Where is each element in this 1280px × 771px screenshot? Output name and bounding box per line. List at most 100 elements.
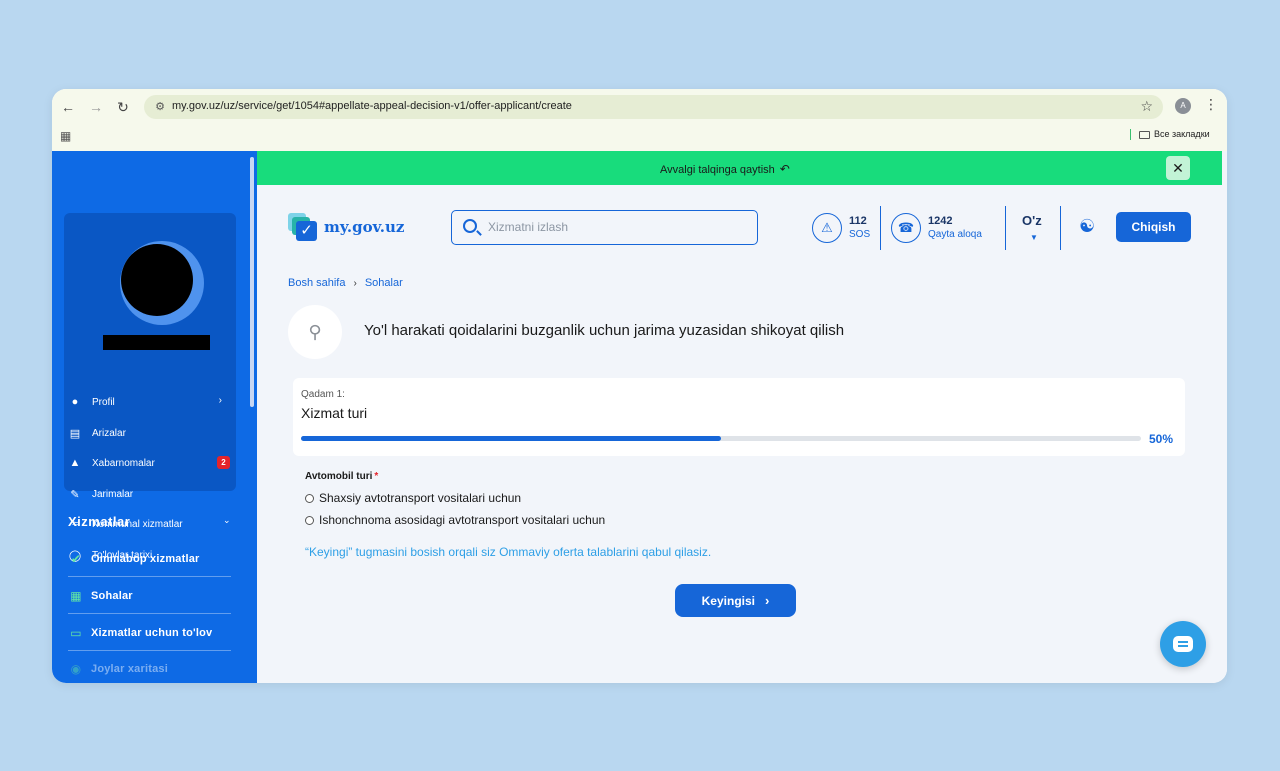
radio-button[interactable] <box>305 493 314 503</box>
location-icon: ◉ <box>70 662 82 676</box>
bookmarks-separator <box>1130 129 1131 141</box>
sidebar-item-profil[interactable]: ● Profil › <box>68 392 228 412</box>
sidebar-item-label: Ommabop xizmatlar <box>91 552 200 565</box>
sidebar-item-label: Jarimalar <box>92 488 134 500</box>
step-number: Qadam 1: <box>301 389 345 400</box>
progress-fill <box>301 436 721 441</box>
sidebar-item-ommabop[interactable]: ✔ Ommabop xizmatlar <box>68 541 231 577</box>
forward-icon[interactable]: → <box>86 97 106 117</box>
grid-icon: ▦ <box>70 588 82 603</box>
sidebar-item-label: Xabarnomalar <box>92 457 155 469</box>
old-version-banner: Avvalgi talqinga qaytish ↶ ✕ <box>257 151 1222 185</box>
breadcrumb-current[interactable]: Sohalar <box>365 277 403 289</box>
breadcrumb-home[interactable]: Bosh sahifa <box>288 277 345 289</box>
step-card: Qadam 1: Xizmat turi 50% <box>293 378 1185 456</box>
next-button[interactable]: Keyingisi › <box>675 584 796 617</box>
offer-notice[interactable]: “Keyingi” tugmasini bosish orqali siz Om… <box>305 545 711 559</box>
sidebar-item-label: Xizmatlar uchun to'lov <box>91 626 213 639</box>
header-divider <box>1060 206 1061 250</box>
sidebar-item-sohalar[interactable]: ▦ Sohalar <box>68 578 231 614</box>
search-icon <box>463 219 477 233</box>
page-title: Yo'l harakati qoidalarini buzganlik uchu… <box>364 322 845 339</box>
sidebar-item-jarimalar[interactable]: ✎ Jarimalar <box>68 484 228 504</box>
browser-chrome: ← → ↻ ⚙ my.gov.uz/uz/service/get/1054#ap… <box>52 89 1227 151</box>
browser-window: ← → ↻ ⚙ my.gov.uz/uz/service/get/1054#ap… <box>52 89 1227 683</box>
progress-track <box>301 436 1141 441</box>
radio-button[interactable] <box>305 515 314 525</box>
fine-icon: ✎ <box>70 488 80 501</box>
sidebar-item-arizalar[interactable]: ▤ Arizalar <box>68 423 228 443</box>
logo-text: my.gov.uz <box>324 218 405 236</box>
back-icon[interactable]: ← <box>58 97 78 117</box>
browser-menu-icon[interactable]: ⋮ <box>1204 96 1218 113</box>
sidebar-scrollbar[interactable] <box>250 157 254 407</box>
chat-icon <box>1173 636 1193 652</box>
reload-icon[interactable]: ↻ <box>113 97 133 117</box>
header-divider <box>1005 206 1006 250</box>
language-selector[interactable]: O'z <box>1022 213 1042 228</box>
sos-label: SOS <box>849 229 871 240</box>
chevron-right-icon: › <box>218 395 222 406</box>
step-name: Xizmat turi <box>301 405 368 421</box>
all-bookmarks-label: Все закладки <box>1154 129 1210 139</box>
address-bar[interactable]: ⚙ my.gov.uz/uz/service/get/1054#appellat… <box>144 95 1163 119</box>
callback-contact[interactable]: ☎ 1242 Qayta aloqa <box>891 211 982 245</box>
bookmark-star-icon[interactable]: ☆ <box>1140 98 1153 115</box>
callback-number: 1242 <box>928 215 953 227</box>
search-box[interactable] <box>451 210 758 245</box>
redacted-username <box>103 335 210 350</box>
header-divider <box>880 206 881 250</box>
site-logo[interactable]: ✓ my.gov.uz <box>288 213 404 241</box>
close-icon: ✕ <box>1172 160 1184 176</box>
chevron-down-icon[interactable]: ⌄ <box>223 515 231 526</box>
next-button-label: Keyingisi <box>701 593 755 608</box>
breadcrumb: Bosh sahifa › Sohalar <box>288 277 403 289</box>
car-type-label: Avtomobil turi * <box>305 471 378 482</box>
card-icon: ▭ <box>70 625 82 640</box>
old-version-link[interactable]: Avvalgi talqinga qaytish ↶ <box>660 162 790 176</box>
user-icon: ● <box>71 396 79 408</box>
radio-label: Shaxsiy avtotransport vositalari uchun <box>319 491 522 505</box>
sidebar-item-label: Joylar xaritasi <box>91 663 168 675</box>
banner-text: Avvalgi talqinga qaytish <box>660 164 775 176</box>
field-label-text: Avtomobil turi <box>305 471 373 482</box>
chat-button[interactable] <box>1160 621 1206 667</box>
services-section-title[interactable]: Xizmatlar <box>68 514 130 529</box>
sos-number: 112 <box>849 215 867 227</box>
required-mark: * <box>374 471 379 482</box>
radio-option-personal[interactable]: Shaxsiy avtotransport vositalari uchun <box>305 489 521 507</box>
url-text: my.gov.uz/uz/service/get/1054#appellate-… <box>172 100 572 112</box>
banner-close-button[interactable]: ✕ <box>1166 156 1190 180</box>
browser-profile-avatar[interactable]: A <box>1175 98 1191 114</box>
return-arrow-icon: ↶ <box>779 162 790 176</box>
folder-icon <box>1139 130 1150 139</box>
all-bookmarks[interactable]: Все закладки <box>1130 129 1210 141</box>
search-input[interactable] <box>488 220 748 234</box>
site-settings-icon[interactable]: ⚙ <box>152 99 168 115</box>
sidebar-item-xabarnomalar[interactable]: ▲ Xabarnomalar 2 <box>68 453 230 473</box>
check-badge-icon: ✔ <box>70 551 82 566</box>
siren-icon: ⚠ <box>812 213 842 243</box>
radio-label: Ishonchnoma asosidagi avtotransport vosi… <box>319 513 606 527</box>
sidebar: ● Profil › ▤ Arizalar ▲ Xabarnomalar 2 ✎… <box>52 151 257 683</box>
caret-down-icon[interactable]: ▼ <box>1030 233 1038 242</box>
apps-grid-icon[interactable]: ▦ <box>60 129 71 143</box>
avatar[interactable] <box>121 244 193 316</box>
chevron-right-icon: › <box>765 593 770 608</box>
logo-mark-icon: ✓ <box>288 213 318 241</box>
notification-badge: 2 <box>217 456 230 469</box>
phone-icon: ☎ <box>891 213 921 243</box>
accessibility-icon[interactable]: ☯ <box>1079 216 1095 237</box>
sidebar-item-label: Arizalar <box>92 427 126 439</box>
radio-option-proxy[interactable]: Ishonchnoma asosidagi avtotransport vosi… <box>305 511 605 529</box>
logout-button[interactable]: Chiqish <box>1116 212 1191 242</box>
bell-icon: ▲ <box>69 457 81 469</box>
sidebar-item-tolov[interactable]: ▭ Xizmatlar uchun to'lov <box>68 615 231 651</box>
document-icon: ▤ <box>69 427 81 440</box>
callback-label: Qayta aloqa <box>928 229 982 240</box>
car-icon: ⚲ <box>288 305 342 359</box>
profile-card <box>64 213 236 491</box>
sos-contact[interactable]: ⚠ 112 SOS <box>812 211 870 245</box>
breadcrumb-separator: › <box>353 278 357 289</box>
sidebar-item-joylar[interactable]: ◉ Joylar xaritasi <box>68 651 231 683</box>
